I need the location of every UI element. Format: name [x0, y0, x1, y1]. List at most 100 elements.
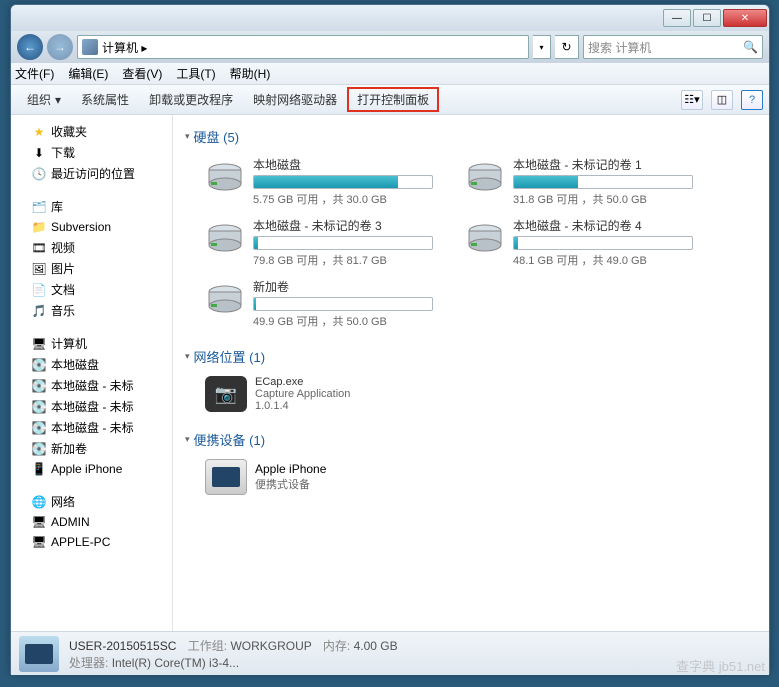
- section-label: 便携设备 (1): [194, 430, 266, 449]
- drive-item[interactable]: 本地磁盘 - 未标记的卷 379.8 GB 可用 ，共 81.7 GB: [205, 217, 445, 268]
- search-placeholder: 搜索 计算机: [588, 39, 651, 56]
- drive-icon: 💽: [31, 420, 47, 436]
- sidebar-item-drive[interactable]: 💽本地磁盘: [11, 354, 172, 375]
- sidebar-item-network-pc[interactable]: 🖥APPLE-PC: [11, 532, 172, 552]
- sidebar-item-iphone[interactable]: 📱Apple iPhone: [11, 459, 172, 479]
- sidebar-label: 收藏夹: [51, 123, 87, 140]
- drive-stat: 5.75 GB 可用 ，共 30.0 GB: [253, 191, 445, 207]
- drive-item[interactable]: 本地磁盘 - 未标记的卷 448.1 GB 可用 ，共 49.0 GB: [465, 217, 705, 268]
- item-desc: Capture Application: [255, 388, 350, 400]
- back-button[interactable]: ←: [17, 34, 43, 60]
- sidebar-label: 计算机: [51, 335, 87, 352]
- sidebar-item-label: 图片: [51, 260, 75, 277]
- sidebar-item-drive[interactable]: 💽本地磁盘 - 未标: [11, 375, 172, 396]
- view-options-button[interactable]: ☷▾: [681, 90, 703, 110]
- hdd-icon: [465, 217, 505, 257]
- picture-icon: 🖼: [31, 261, 47, 277]
- portable-device-item[interactable]: Apple iPhone 便携式设备: [185, 453, 757, 509]
- toolbar: 组织 ▾ 系统属性 卸载或更改程序 映射网络驱动器 打开控制面板 ☷▾ ◫ ?: [11, 85, 769, 115]
- document-icon: 📄: [31, 282, 47, 298]
- hdd-icon: [205, 278, 245, 318]
- sidebar-favorites[interactable]: ★ 收藏夹: [11, 121, 172, 142]
- memory-label: 内存:: [323, 639, 350, 653]
- item-desc: 便携式设备: [255, 476, 326, 492]
- sidebar-item-drive[interactable]: 💽本地磁盘 - 未标: [11, 396, 172, 417]
- drive-item[interactable]: 新加卷49.9 GB 可用 ，共 50.0 GB: [205, 278, 445, 329]
- sidebar-item-label: 视频: [51, 239, 75, 256]
- device-icon: [205, 459, 247, 495]
- sidebar-libraries[interactable]: 🗂 库: [11, 196, 172, 217]
- titlebar: — ☐ ✕: [11, 5, 769, 31]
- breadcrumb[interactable]: 计算机 ▸: [77, 35, 529, 59]
- network-icon: 🌐: [31, 494, 47, 510]
- sidebar-item-documents[interactable]: 📄文档: [11, 279, 172, 300]
- section-drives[interactable]: ▾硬盘 (5): [185, 123, 757, 150]
- sidebar-item-recent[interactable]: 🕓最近访问的位置: [11, 163, 172, 184]
- forward-button[interactable]: →: [47, 34, 73, 60]
- pc-icon: 🖥: [31, 534, 47, 550]
- camera-icon: 📷: [205, 376, 247, 412]
- sidebar-item-videos[interactable]: 🎞视频: [11, 237, 172, 258]
- sidebar-item-drive[interactable]: 💽本地磁盘 - 未标: [11, 417, 172, 438]
- network-location-item[interactable]: 📷 ECap.exe Capture Application 1.0.1.4: [185, 370, 757, 426]
- sidebar-label: 库: [51, 198, 63, 215]
- sidebar-computer[interactable]: 🖥 计算机: [13, 333, 170, 354]
- open-control-panel-button[interactable]: 打开控制面板: [347, 87, 439, 112]
- drive-item[interactable]: 本地磁盘5.75 GB 可用 ，共 30.0 GB: [205, 156, 445, 207]
- section-network[interactable]: ▾网络位置 (1): [185, 343, 757, 370]
- drive-stat: 31.8 GB 可用 ，共 50.0 GB: [513, 191, 705, 207]
- address-bar: ← → 计算机 ▸ ▾ ↻ 搜索 计算机 🔍: [11, 31, 769, 63]
- sidebar-network[interactable]: 🌐 网络: [11, 491, 172, 512]
- sidebar-label: 网络: [51, 493, 75, 510]
- menu-help[interactable]: 帮助(H): [230, 65, 271, 82]
- section-portable[interactable]: ▾ 便携设备 (1): [185, 426, 757, 453]
- menu-tools[interactable]: 工具(T): [176, 65, 215, 82]
- sidebar-item-drive[interactable]: 💽新加卷: [11, 438, 172, 459]
- recent-icon: 🕓: [31, 166, 47, 182]
- drive-name: 本地磁盘 - 未标记的卷 1: [513, 156, 705, 173]
- address-dropdown[interactable]: ▾: [533, 35, 551, 59]
- sidebar-item-pictures[interactable]: 🖼图片: [11, 258, 172, 279]
- sidebar-item-label: 新加卷: [51, 440, 87, 457]
- menu-edit[interactable]: 编辑(E): [68, 65, 108, 82]
- drive-item[interactable]: 本地磁盘 - 未标记的卷 1 31.8 GB 可用 ，共 50.0 GB: [465, 156, 705, 207]
- item-name: Apple iPhone: [255, 462, 326, 476]
- sidebar-item-label: ADMIN: [51, 515, 90, 529]
- sidebar-item-music[interactable]: 🎵音乐: [11, 300, 172, 321]
- computer-icon: [19, 636, 59, 672]
- chevron-down-icon: ▾: [185, 351, 190, 362]
- workgroup-value: WORKGROUP: [230, 639, 311, 653]
- search-input[interactable]: 搜索 计算机 🔍: [583, 35, 763, 59]
- sidebar-item-label: 最近访问的位置: [51, 165, 135, 182]
- sidebar-item-network-pc[interactable]: 🖥ADMIN: [11, 512, 172, 532]
- item-version: 1.0.1.4: [255, 400, 350, 412]
- breadcrumb-text: 计算机 ▸: [102, 39, 147, 56]
- preview-pane-button[interactable]: ◫: [711, 90, 733, 110]
- sidebar-item-label: Subversion: [51, 220, 111, 234]
- close-button[interactable]: ✕: [723, 9, 767, 27]
- chevron-down-icon: ▾: [185, 434, 190, 445]
- sidebar: ★ 收藏夹 ⬇下载 🕓最近访问的位置 🗂 库 📁 Subversion 🎞视频 🖼…: [11, 115, 173, 631]
- workgroup-label: 工作组:: [188, 639, 227, 653]
- sidebar-item-downloads[interactable]: ⬇下载: [11, 142, 172, 163]
- uninstall-programs-button[interactable]: 卸载或更改程序: [139, 87, 243, 112]
- drive-name: 新加卷: [253, 278, 445, 295]
- drive-usage-bar: [253, 297, 433, 311]
- sidebar-item-label: 本地磁盘 - 未标: [51, 377, 134, 394]
- help-button[interactable]: ?: [741, 90, 763, 110]
- menu-file[interactable]: 文件(F): [15, 65, 54, 82]
- system-properties-button[interactable]: 系统属性: [71, 87, 139, 112]
- drive-stat: 48.1 GB 可用 ，共 49.0 GB: [513, 252, 705, 268]
- chevron-down-icon: ▾: [55, 93, 61, 107]
- folder-icon: 📁: [31, 219, 47, 235]
- map-drive-button[interactable]: 映射网络驱动器: [243, 87, 347, 112]
- computer-icon: 🖥: [31, 336, 47, 352]
- maximize-button[interactable]: ☐: [693, 9, 721, 27]
- sidebar-item-subversion[interactable]: 📁 Subversion: [11, 217, 172, 237]
- organize-button[interactable]: 组织 ▾: [17, 87, 71, 112]
- sidebar-item-label: 下载: [51, 144, 75, 161]
- minimize-button[interactable]: —: [663, 9, 691, 27]
- refresh-button[interactable]: ↻: [555, 35, 579, 59]
- menu-view[interactable]: 查看(V): [122, 65, 162, 82]
- sidebar-item-label: 本地磁盘 - 未标: [51, 419, 134, 436]
